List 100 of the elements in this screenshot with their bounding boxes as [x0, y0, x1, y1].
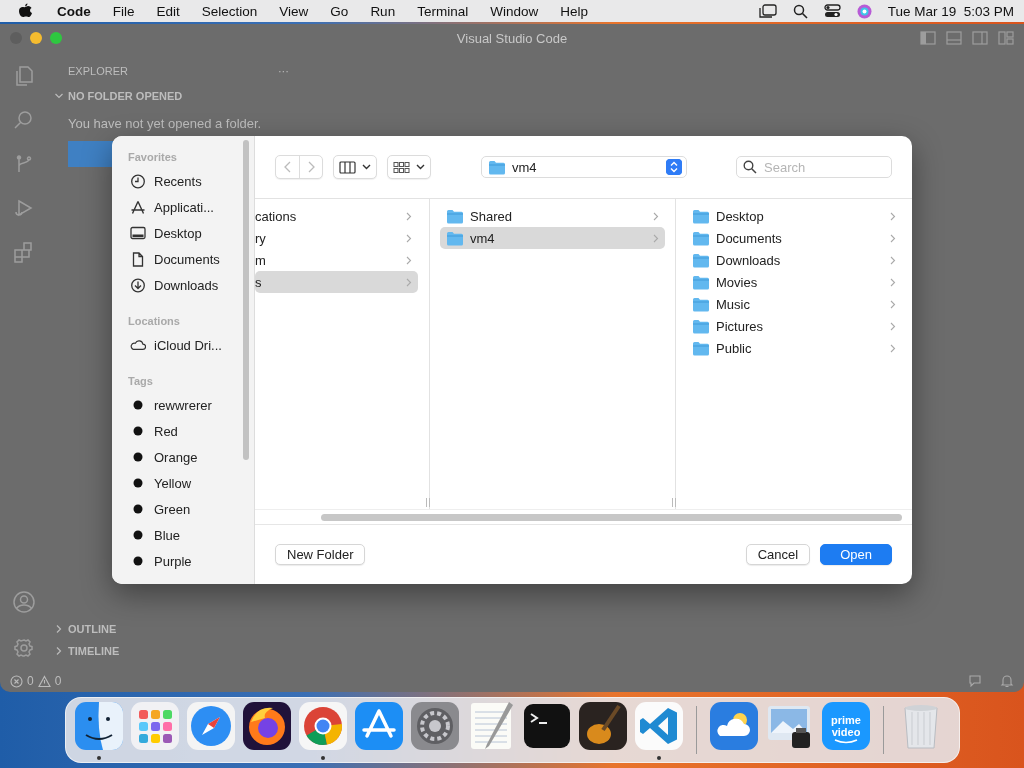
chevron-icon[interactable]: [54, 91, 64, 101]
feedback-icon[interactable]: [968, 674, 982, 688]
warning-icon[interactable]: [37, 674, 51, 688]
folder-icon: [692, 318, 710, 334]
dialog-button[interactable]: Open: [820, 544, 892, 565]
sidebar-item[interactable]: Recents: [154, 173, 202, 189]
sidebar-item[interactable]: Desktop: [154, 225, 202, 241]
code-editor-icon[interactable]: [635, 702, 683, 750]
explorer-title: EXPLORER: [68, 65, 128, 77]
sidebar-item[interactable]: rewwrerer: [154, 397, 212, 413]
chevron-icon[interactable]: [54, 624, 64, 634]
resize-handle-icon[interactable]: [671, 498, 677, 507]
chevron-icon: [890, 255, 896, 265]
terminal-icon[interactable]: [524, 704, 570, 748]
trash-icon[interactable]: [904, 705, 938, 749]
browser-column-item[interactable]: Music: [686, 293, 902, 315]
menu-item[interactable]: File: [101, 3, 146, 19]
menu-item[interactable]: Go: [319, 3, 360, 19]
minimize-window-icon[interactable]: [30, 32, 42, 44]
sidebar-layout-icon[interactable]: [920, 31, 936, 45]
menu-item[interactable]: Edit: [145, 3, 191, 19]
customize-layout-icon[interactable]: [998, 31, 1014, 45]
browser-column-item[interactable]: cations: [255, 205, 418, 227]
chevron-icon[interactable]: [54, 646, 64, 656]
horizontal-scrollbar[interactable]: [321, 514, 902, 521]
menu-item[interactable]: View: [268, 3, 320, 19]
sidebar-item[interactable]: Orange: [154, 449, 198, 465]
sidebar-scrollbar[interactable]: [243, 140, 249, 460]
browser-column-item[interactable]: Movies: [686, 271, 902, 293]
search-icon[interactable]: [792, 3, 808, 19]
sidebar-item[interactable]: Purple: [154, 553, 192, 569]
sidebar-item[interactable]: Red: [154, 423, 178, 439]
app-store-icon[interactable]: [355, 702, 403, 750]
menu-item[interactable]: Code: [46, 3, 102, 19]
error-icon[interactable]: [10, 674, 23, 688]
finder-icon[interactable]: [75, 702, 123, 750]
apple-logo-icon[interactable]: [18, 3, 32, 19]
fox-globe-icon[interactable]: [243, 702, 291, 750]
up-down-arrows-icon: [666, 159, 682, 175]
notepad-icon[interactable]: [471, 702, 513, 749]
chevron-icon: [890, 321, 896, 331]
weather-icon[interactable]: [710, 702, 758, 750]
view-mode-button[interactable]: [333, 155, 377, 179]
sidebar-heading: Tags: [128, 375, 153, 387]
sidebar-item[interactable]: Downloads: [154, 277, 219, 293]
browser-column-item[interactable]: Desktop: [686, 205, 902, 227]
browser-column-item[interactable]: Pictures: [686, 315, 902, 337]
browser-column-item[interactable]: ry: [255, 227, 418, 249]
app-store-icon: [130, 199, 146, 215]
siri-icon[interactable]: [856, 3, 872, 19]
menu-item[interactable]: Window: [479, 3, 550, 19]
menu-item[interactable]: Help: [549, 3, 599, 19]
folder-icon: [446, 230, 464, 246]
menu-item[interactable]: Terminal: [406, 3, 480, 19]
chevron-icon: [890, 343, 896, 353]
dialog-button[interactable]: New Folder: [275, 544, 366, 565]
sidebar-item[interactable]: iCloud Dri...: [154, 337, 222, 353]
group-button[interactable]: [387, 155, 431, 179]
browser-column-item[interactable]: Shared: [440, 205, 665, 227]
zoom-window-icon[interactable]: [50, 32, 62, 44]
browser-column-item[interactable]: s: [255, 271, 418, 293]
menu-item[interactable]: Selection: [190, 3, 269, 19]
chevron-icon: [406, 211, 412, 221]
sidebar-heading: Locations: [128, 315, 180, 327]
location-popup[interactable]: vm4: [481, 156, 687, 178]
sidebar-item[interactable]: Yellow: [154, 475, 192, 491]
settings-gear-icon[interactable]: [12, 636, 36, 660]
browser-column-item[interactable]: vm4: [440, 227, 665, 249]
gear-icon[interactable]: [411, 702, 459, 750]
browser-column-item[interactable]: Downloads: [686, 249, 902, 271]
browser-column-item[interactable]: Documents: [686, 227, 902, 249]
caret-icon: [416, 164, 425, 170]
panel-layout-icon[interactable]: [946, 31, 962, 45]
sidebar-item[interactable]: Blue: [154, 527, 181, 543]
compass-icon[interactable]: [187, 702, 235, 750]
sidebar-item[interactable]: Applicati...: [154, 199, 214, 215]
desktop-icon: [130, 226, 146, 240]
search-field[interactable]: Search: [736, 156, 892, 178]
folder-icon: [692, 252, 710, 268]
chevron-icon: [890, 277, 896, 287]
guitar-icon[interactable]: [579, 702, 627, 750]
chrome-icon[interactable]: [299, 702, 347, 750]
menu-bar-clock[interactable]: Tue Mar 19 5:03 PM: [887, 3, 1014, 19]
launchpad-icon[interactable]: [131, 702, 179, 750]
browser-column-item[interactable]: m: [255, 249, 418, 271]
menu-item[interactable]: Run: [359, 3, 407, 19]
grid-icon: [393, 160, 410, 174]
photo-viewer-icon[interactable]: [768, 706, 810, 748]
search-icon: [743, 160, 757, 174]
sidebar-item[interactable]: Green: [154, 501, 191, 517]
resize-handle-icon[interactable]: [425, 498, 431, 507]
split-layout-icon[interactable]: [972, 31, 988, 45]
account-icon[interactable]: [12, 590, 36, 614]
sidebar-item[interactable]: Documents: [154, 251, 220, 267]
bell-icon[interactable]: [1000, 674, 1014, 688]
control-center-icon[interactable]: [823, 4, 841, 18]
browser-column-item[interactable]: Public: [686, 337, 902, 359]
stage-manager-icon[interactable]: [758, 3, 777, 19]
dialog-button[interactable]: Cancel: [745, 544, 811, 565]
folder-icon: [446, 208, 464, 224]
